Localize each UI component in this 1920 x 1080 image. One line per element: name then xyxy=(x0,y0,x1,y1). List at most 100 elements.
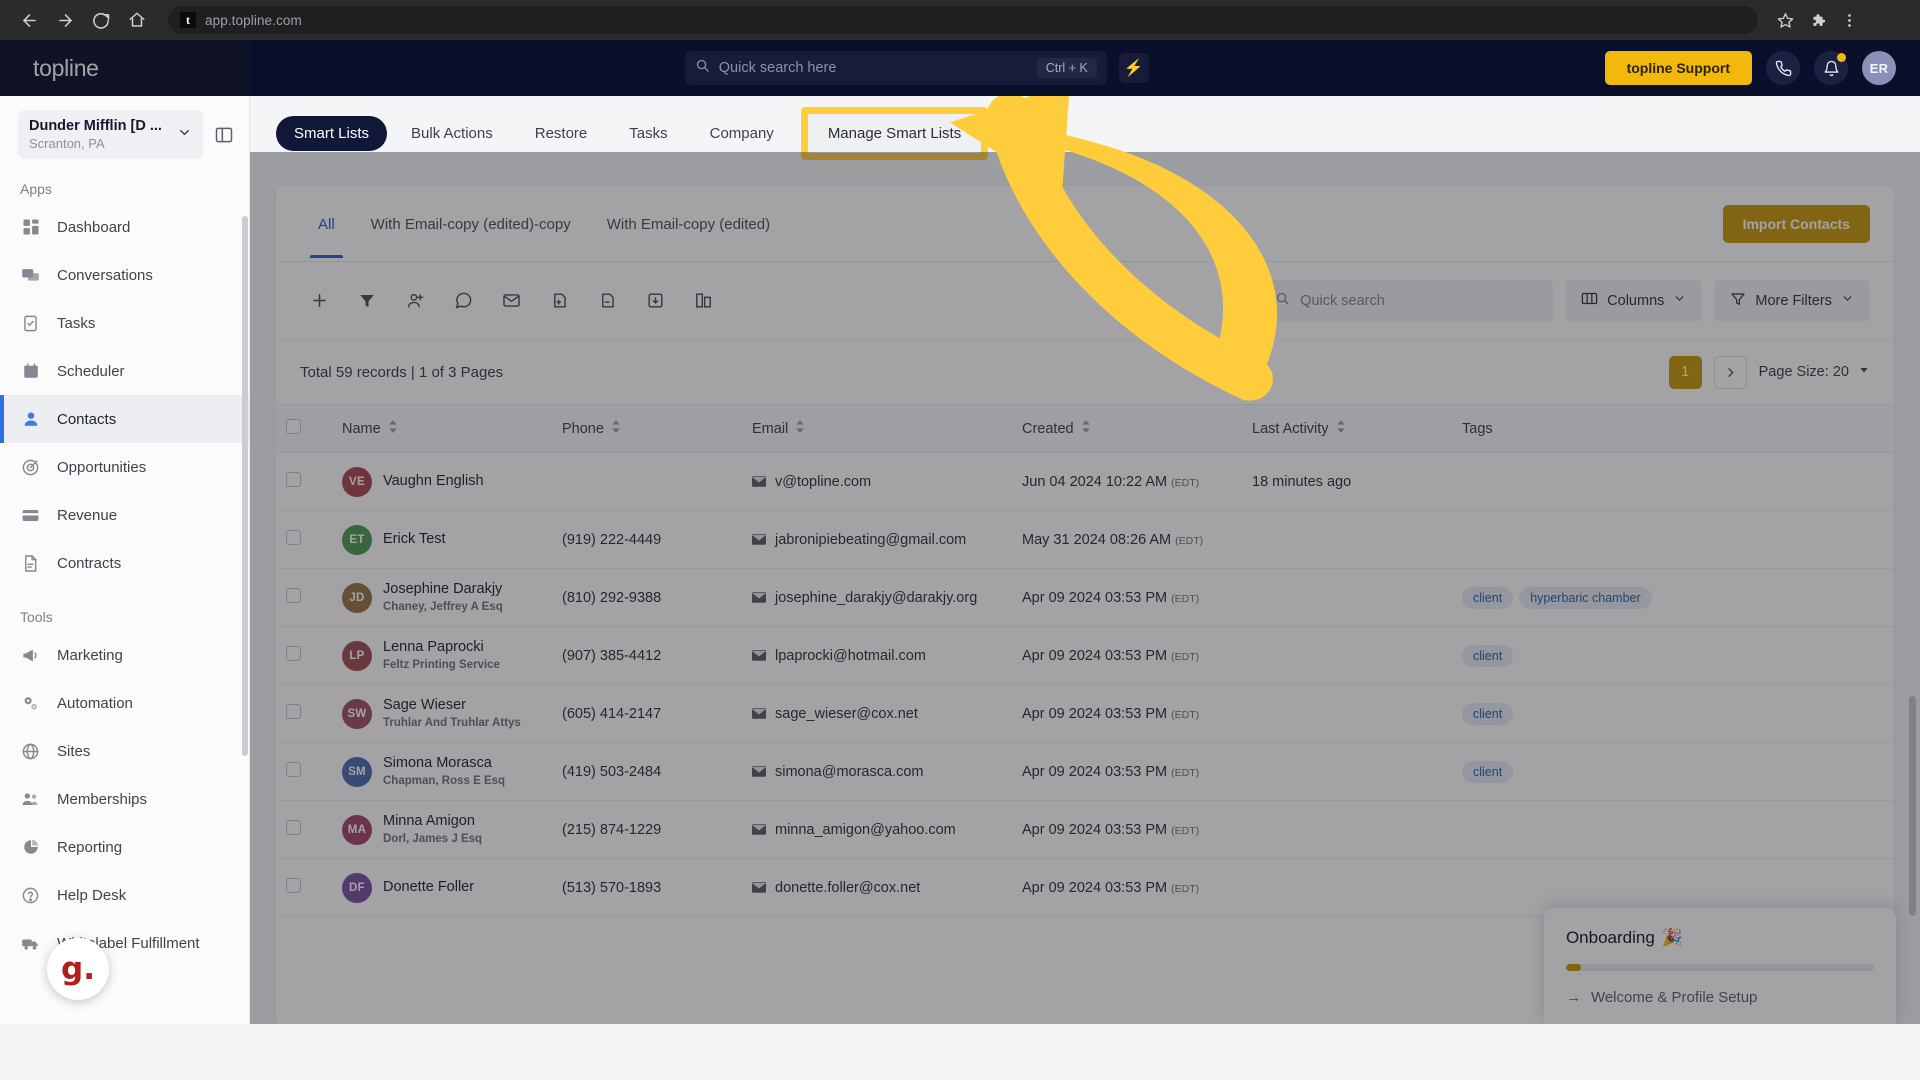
sidebar-item-marketing[interactable]: Marketing xyxy=(0,631,249,679)
brand-logo[interactable]: topline xyxy=(24,55,229,82)
gear-icon[interactable] xyxy=(999,119,1027,147)
sidebar-scrollbar[interactable] xyxy=(242,216,248,756)
top-tab-tasks[interactable]: Tasks xyxy=(611,116,685,151)
sidebar-item-dashboard[interactable]: Dashboard xyxy=(0,203,249,251)
table-row[interactable]: VE Vaughn English v@topline.com Jun 04 20… xyxy=(276,452,1894,511)
top-tab-restore[interactable]: Restore xyxy=(517,116,606,151)
contact-name[interactable]: Josephine Darakjy xyxy=(383,580,503,598)
filter-tab-with-email-copy-edited-[interactable]: With Email-copy (edited) xyxy=(589,190,788,258)
contact-name[interactable]: Donette Foller xyxy=(383,878,474,896)
url-bar[interactable]: t app.topline.com xyxy=(168,6,1758,34)
bell-icon[interactable] xyxy=(1814,51,1848,85)
sort-icon[interactable] xyxy=(611,420,621,437)
home-icon[interactable] xyxy=(122,5,152,35)
tag-pill[interactable]: client xyxy=(1462,586,1514,609)
row-checkbox[interactable] xyxy=(286,530,301,545)
email-text[interactable]: lpaprocki@hotmail.com xyxy=(775,648,926,664)
puzzle-icon[interactable] xyxy=(1804,7,1830,33)
tag-pill[interactable]: client xyxy=(1462,644,1514,667)
sidebar-item-help-desk[interactable]: Help Desk xyxy=(0,871,249,919)
reload-icon[interactable] xyxy=(86,5,116,35)
email-icon[interactable] xyxy=(492,282,530,320)
row-checkbox[interactable] xyxy=(286,588,301,603)
table-row[interactable]: MA Minna Amigon Dorl, James J Esq (215) … xyxy=(276,800,1894,859)
next-page-button[interactable] xyxy=(1713,355,1747,389)
merge-icon[interactable] xyxy=(684,282,722,320)
kebab-menu-icon[interactable] xyxy=(1836,7,1862,33)
email-text[interactable]: simona@morasca.com xyxy=(775,764,923,780)
email-text[interactable]: sage_wieser@cox.net xyxy=(775,706,918,722)
contact-name[interactable]: Sage Wieser xyxy=(383,696,521,714)
table-row[interactable]: ET Erick Test (919) 222-4449 jabronipiebe… xyxy=(276,510,1894,569)
sidebar-item-tasks[interactable]: Tasks xyxy=(0,299,249,347)
row-checkbox[interactable] xyxy=(286,472,301,487)
column-header-last-activity[interactable]: Last Activity xyxy=(1242,404,1452,453)
sidebar-item-reporting[interactable]: Reporting xyxy=(0,823,249,871)
top-tab-bulk-actions[interactable]: Bulk Actions xyxy=(393,116,511,151)
sort-icon[interactable] xyxy=(1336,420,1346,437)
select-all-checkbox[interactable] xyxy=(286,419,301,434)
email-text[interactable]: minna_amigon@yahoo.com xyxy=(775,822,956,838)
import-contacts-button[interactable]: Import Contacts xyxy=(1722,204,1870,243)
export-icon[interactable] xyxy=(636,282,674,320)
email-text[interactable]: josephine_darakjy@darakjy.org xyxy=(775,590,977,606)
quick-search-input[interactable]: Quick search xyxy=(1261,279,1554,322)
contact-name[interactable]: Vaughn English xyxy=(383,472,484,490)
more-filters-button[interactable]: More Filters xyxy=(1714,279,1870,322)
page-size-selector[interactable]: Page Size: 20 xyxy=(1759,364,1870,380)
sidebar-item-revenue[interactable]: Revenue xyxy=(0,491,249,539)
sidebar-item-sites[interactable]: Sites xyxy=(0,727,249,775)
email-text[interactable]: donette.foller@cox.net xyxy=(775,880,920,896)
row-checkbox[interactable] xyxy=(286,704,301,719)
sidebar-item-contracts[interactable]: Contracts xyxy=(0,539,249,587)
sidebar-item-automation[interactable]: Automation xyxy=(0,679,249,727)
remove-from-campaign-icon[interactable] xyxy=(588,282,626,320)
sidebar-item-contacts[interactable]: Contacts xyxy=(0,395,249,443)
page-1-button[interactable]: 1 xyxy=(1668,355,1702,389)
onboarding-step[interactable]: → Welcome & Profile Setup xyxy=(1566,989,1874,1006)
sidebar-item-conversations[interactable]: Conversations xyxy=(0,251,249,299)
email-text[interactable]: v@topline.com xyxy=(775,474,871,490)
global-search-input[interactable]: Quick search here Ctrl + K xyxy=(684,51,1107,85)
onboarding-panel[interactable]: Onboarding 🎉 → Welcome & Profile Setup xyxy=(1543,908,1896,1024)
sidebar-item-opportunities[interactable]: Opportunities xyxy=(0,443,249,491)
org-switcher[interactable]: Dunder Mifflin [D ... Scranton, PA xyxy=(18,110,203,159)
top-tab-smart-lists[interactable]: Smart Lists xyxy=(276,115,388,151)
sidebar-item-memberships[interactable]: Memberships xyxy=(0,775,249,823)
row-checkbox[interactable] xyxy=(286,762,301,777)
panel-collapse-icon[interactable] xyxy=(211,122,237,148)
contact-name[interactable]: Erick Test xyxy=(383,530,446,548)
table-row[interactable]: LP Lenna Paprocki Feltz Printing Service… xyxy=(276,626,1894,685)
sms-icon[interactable] xyxy=(444,282,482,320)
back-arrow-icon[interactable] xyxy=(14,5,44,35)
tag-pill[interactable]: hyperbaric chamber xyxy=(1519,586,1652,609)
row-checkbox[interactable] xyxy=(286,878,301,893)
columns-button[interactable]: Columns xyxy=(1565,279,1703,322)
table-row[interactable]: SW Sage Wieser Truhlar And Truhlar Attys… xyxy=(276,684,1894,743)
phone-icon[interactable] xyxy=(1766,51,1800,85)
row-checkbox[interactable] xyxy=(286,646,301,661)
column-header-created[interactable]: Created xyxy=(1012,404,1242,453)
row-checkbox[interactable] xyxy=(286,820,301,835)
table-row[interactable]: SM Simona Morasca Chapman, Ross E Esq (4… xyxy=(276,742,1894,801)
sidebar-item-whitelabel-fulfillment[interactable]: Whitelabel Fulfillment xyxy=(0,919,249,967)
plus-icon[interactable] xyxy=(300,282,338,320)
contact-name[interactable]: Lenna Paprocki xyxy=(383,638,500,656)
manage-smart-lists-button[interactable]: Manage Smart Lists xyxy=(807,113,982,153)
tag-pill[interactable]: client xyxy=(1462,760,1514,783)
lightning-bolt-icon[interactable]: ⚡ xyxy=(1118,53,1149,83)
column-header-email[interactable]: Email xyxy=(742,404,1012,453)
table-row[interactable]: JD Josephine Darakjy Chaney, Jeffrey A E… xyxy=(276,568,1894,627)
avatar[interactable]: ER xyxy=(1862,51,1896,85)
sort-icon[interactable] xyxy=(795,420,805,437)
sort-icon[interactable] xyxy=(1081,420,1091,437)
forward-arrow-icon[interactable] xyxy=(50,5,80,35)
column-header-name[interactable]: Name xyxy=(332,404,552,453)
sidebar-item-scheduler[interactable]: Scheduler xyxy=(0,347,249,395)
import-user-icon[interactable] xyxy=(396,282,434,320)
sort-icon[interactable] xyxy=(388,420,398,437)
tag-pill[interactable]: client xyxy=(1462,702,1514,725)
filter-tab-with-email-copy-edited-copy[interactable]: With Email-copy (edited)-copy xyxy=(353,190,589,258)
contact-name[interactable]: Simona Morasca xyxy=(383,754,505,772)
add-to-campaign-icon[interactable] xyxy=(540,282,578,320)
